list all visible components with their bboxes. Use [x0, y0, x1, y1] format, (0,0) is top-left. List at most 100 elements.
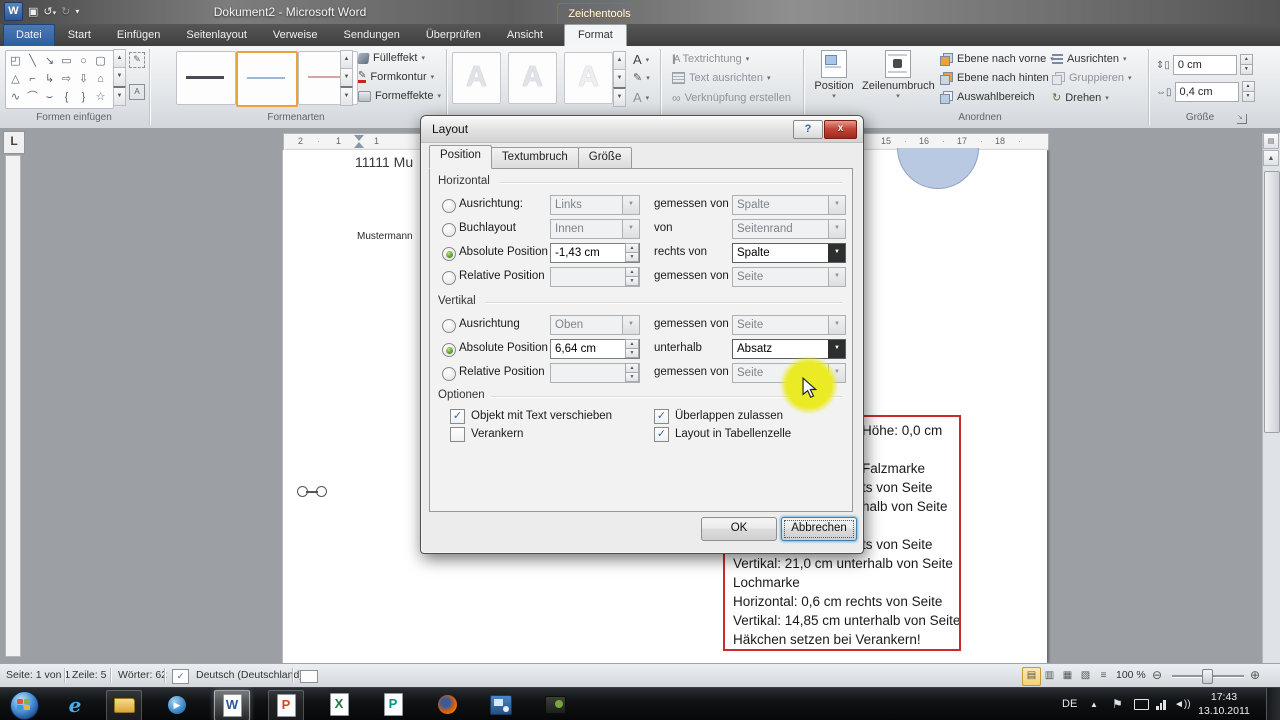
tray-expand-icon[interactable]: ▲ — [1090, 688, 1098, 720]
spinner-relative-h[interactable]: ▲▼ — [550, 267, 640, 287]
view-print-layout-icon[interactable]: ▤ — [1022, 667, 1041, 686]
ok-button[interactable]: OK — [701, 517, 777, 541]
zoom-level[interactable]: 100 % — [1116, 664, 1146, 687]
view-web-layout-icon[interactable]: ▦ — [1058, 667, 1077, 686]
dialog-tab-textumbruch[interactable]: Textumbruch — [491, 147, 579, 169]
radio-relative-position-h[interactable] — [442, 271, 456, 285]
text-outline-button[interactable]: ✎▾ — [633, 71, 650, 84]
dialog-close-button[interactable]: x — [824, 120, 857, 139]
shape-style-2-selected[interactable] — [236, 51, 298, 107]
cancel-button[interactable]: Abbrechen — [781, 517, 857, 541]
gallery-down-icon[interactable]: ▼ — [613, 69, 626, 88]
gallery-up-icon[interactable]: ▲ — [340, 50, 353, 69]
dialog-tab-position[interactable]: Position — [429, 145, 492, 169]
chevron-down-icon[interactable]: ▼ — [828, 316, 845, 334]
shape-icon[interactable]: } — [75, 88, 92, 106]
textrichtung-button[interactable]: |||A Textrichtung▾ — [672, 53, 749, 65]
shape-icon[interactable]: ◰ — [7, 52, 24, 70]
tab-einfuegen[interactable]: Einfügen — [104, 25, 173, 46]
radio-buchlayout[interactable] — [442, 223, 456, 237]
shape-icon[interactable]: ⇨ — [58, 70, 75, 88]
edit-shape-button[interactable]: ✎ — [129, 52, 145, 68]
formkontur-button[interactable]: ✎ Formkontur▾ — [358, 71, 434, 83]
shape-handle[interactable] — [316, 486, 327, 497]
scrollbar-thumb[interactable] — [1264, 171, 1280, 433]
taskbar-camera-icon[interactable] — [538, 690, 572, 719]
ruler-toggle-icon[interactable]: ▤ — [1263, 133, 1279, 149]
shape-width-field[interactable]: 0,4 cm — [1175, 82, 1239, 102]
size-dialog-launcher-icon[interactable]: ↘ — [1237, 114, 1247, 124]
step-down-icon[interactable]: ▼ — [625, 252, 639, 262]
chevron-down-icon[interactable]: ▼ — [622, 316, 639, 334]
textbox-button[interactable]: A — [129, 84, 145, 100]
gallery-more-icon[interactable]: ▼ — [113, 86, 126, 106]
shape-icon[interactable]: ∿ — [7, 88, 24, 106]
text-fill-button[interactable]: A▾ — [633, 52, 649, 67]
shape-icon[interactable]: ▭ — [58, 52, 75, 70]
text-ausrichten-button[interactable]: Text ausrichten▾ — [672, 72, 771, 84]
zeilenumbruch-button[interactable]: Zeilenumbruch ▾ — [862, 50, 934, 112]
shape-icon[interactable]: ╲ — [24, 52, 41, 70]
status-line[interactable]: Zeile: 5 — [72, 664, 106, 687]
tray-volume-icon[interactable]: ◄)) — [1174, 688, 1191, 720]
radio-ausrichtung-h[interactable] — [442, 199, 456, 213]
circle-shape[interactable] — [897, 148, 979, 189]
tab-seitenlayout[interactable]: Seitenlayout — [173, 25, 260, 46]
taskbar-mediaplayer-icon[interactable]: ▶ — [160, 690, 194, 719]
gallery-more-icon[interactable]: ▼ — [340, 86, 353, 106]
selected-line-shape[interactable] — [297, 486, 327, 498]
combo-von-seitenrand[interactable]: Seitenrand▼ — [732, 219, 846, 239]
combo-v-ausrichtung[interactable]: Oben▼ — [550, 315, 640, 335]
radio-ausrichtung-v[interactable] — [442, 319, 456, 333]
status-page[interactable]: Seite: 1 von 1 — [6, 664, 70, 687]
tab-datei[interactable]: Datei — [3, 24, 55, 46]
taskbar-explorer-icon[interactable] — [106, 690, 142, 720]
gallery-down-icon[interactable]: ▼ — [340, 68, 353, 87]
tray-clock[interactable]: 17:43 13.10.2011 — [1192, 690, 1256, 718]
tab-verweise[interactable]: Verweise — [260, 25, 331, 46]
dialog-tab-groesse[interactable]: Größe — [578, 147, 633, 169]
dialog-title-bar[interactable]: Layout ? x — [421, 116, 863, 143]
fuelleffekt-button[interactable]: Fülleffekt▾ — [358, 52, 425, 64]
taskbar-excel-icon[interactable]: X — [322, 690, 356, 719]
zoom-out-icon[interactable]: ⊖ — [1152, 668, 1162, 682]
step-down-icon[interactable]: ▼ — [625, 348, 639, 358]
spellcheck-icon[interactable]: ✓ — [172, 669, 189, 684]
shape-icon[interactable]: ⌐ — [24, 70, 41, 88]
auswahlbereich-button[interactable]: Auswahlbereich — [940, 91, 1035, 103]
chevron-down-icon[interactable]: ▼ — [828, 244, 845, 262]
tab-ueberpruefen[interactable]: Überprüfen — [413, 25, 494, 46]
checkbox-layout-tabellenzelle[interactable]: ✓ — [654, 427, 669, 442]
tab-ansicht[interactable]: Ansicht — [494, 25, 556, 46]
shape-gallery-scroll[interactable]: ▲▼▼ — [113, 50, 126, 106]
shape-icon[interactable]: △ — [7, 70, 24, 88]
gallery-down-icon[interactable]: ▼ — [113, 67, 126, 86]
combo-h-ausrichtung[interactable]: Links▼ — [550, 195, 640, 215]
tab-start[interactable]: Start — [55, 25, 104, 46]
tray-language[interactable]: DE — [1062, 688, 1077, 720]
text-effects-button[interactable]: A▾ — [633, 90, 649, 105]
style-gallery-scroll[interactable]: ▲▼▼ — [340, 51, 353, 105]
spinner-absolute-v[interactable]: 6,64 cm▲▼ — [550, 339, 640, 359]
width-stepper[interactable]: ▲▼ — [1242, 82, 1255, 102]
shape-icon[interactable]: ⌒ — [24, 88, 41, 106]
wordart-style-1[interactable]: A — [452, 52, 501, 104]
tray-action-center-icon[interactable]: ⚑ — [1112, 688, 1123, 720]
checkbox-ueberlappen[interactable]: ✓ — [654, 409, 669, 424]
chevron-down-icon[interactable]: ▼ — [828, 196, 845, 214]
zoom-in-icon[interactable]: ⊕ — [1250, 668, 1260, 682]
shape-icon[interactable]: ☆ — [92, 88, 109, 106]
radio-absolute-position-v[interactable] — [442, 343, 456, 357]
ebene-hinten-button[interactable]: Ebene nach hinten▾ — [940, 72, 1056, 84]
shape-icon[interactable]: { — [58, 88, 75, 106]
vertical-scrollbar[interactable]: ▤ ▲ — [1262, 133, 1280, 663]
gallery-up-icon[interactable]: ▲ — [613, 51, 626, 70]
status-words[interactable]: Wörter: 62 — [118, 664, 167, 687]
shape-icon[interactable]: ⇩ — [75, 70, 92, 88]
combo-h-gemessen-von-1[interactable]: Spalte▼ — [732, 195, 846, 215]
spinner-absolute-h[interactable]: -1,43 cm▲▼ — [550, 243, 640, 263]
formeffekte-button[interactable]: Formeffekte▾ — [358, 90, 441, 102]
gallery-up-icon[interactable]: ▲ — [113, 49, 126, 68]
step-down-icon[interactable]: ▼ — [1242, 91, 1255, 102]
wordart-gallery-scroll[interactable]: ▲▼▼ — [613, 52, 626, 102]
